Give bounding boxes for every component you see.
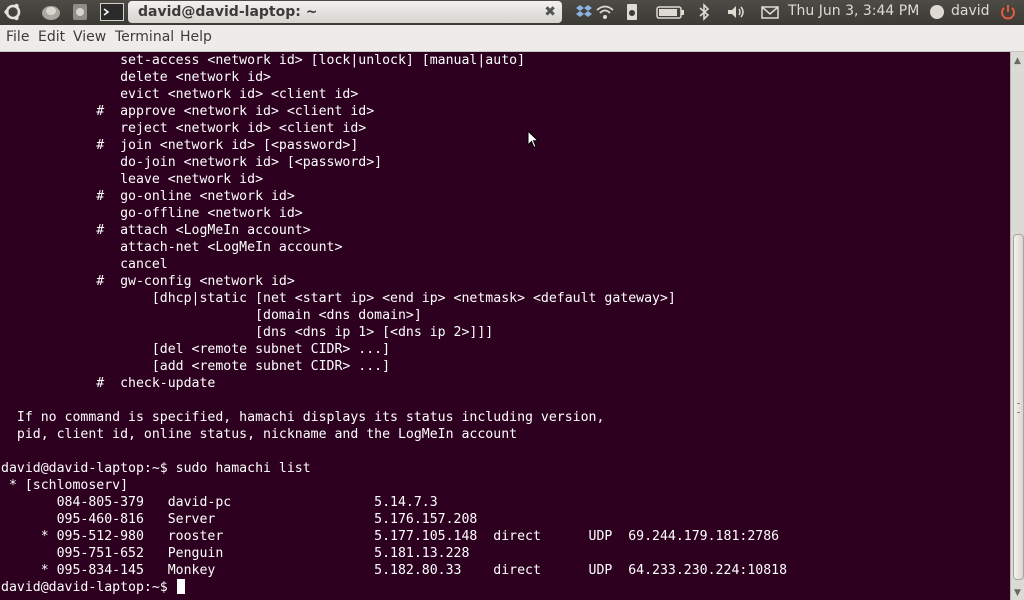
grip-icon <box>1017 403 1020 413</box>
menu-help[interactable]: Help <box>180 29 212 45</box>
terminal-line: # go-online <network id> <box>1 189 295 204</box>
terminal-line: # gw-config <network id> <box>1 274 295 289</box>
terminal-line: david@david-laptop:~$ sudo hamachi list <box>1 461 311 476</box>
terminal-prompt: david@david-laptop:~$ <box>1 580 176 595</box>
terminal-window-button[interactable]: david@david-laptop: ~ ✖ <box>128 1 562 23</box>
menu-bar: File Edit View Terminal Help <box>0 25 1024 52</box>
user-status-icon[interactable] <box>930 5 944 19</box>
menu-edit[interactable]: Edit <box>38 29 65 45</box>
battery-icon[interactable] <box>656 2 686 22</box>
terminal-line: pid, client id, online status, nickname … <box>1 427 518 442</box>
volume-icon[interactable] <box>726 2 746 22</box>
terminal-line: * 095-512-980 rooster 5.177.105.148 dire… <box>1 529 780 544</box>
terminal-line: # check-update <box>1 376 216 391</box>
terminal-line: 095-460-816 Server 5.176.157.208 <box>1 512 478 527</box>
terminal-line: [domain <dns domain>] <box>1 308 422 323</box>
top-panel: david@david-laptop: ~ ✖ Thu Jun 3, 3:44 … <box>0 0 1024 25</box>
user-menu[interactable]: david <box>951 3 990 19</box>
menu-terminal[interactable]: Terminal <box>115 29 174 45</box>
device-manager-icon[interactable] <box>624 2 640 22</box>
app-launcher-2-icon[interactable] <box>70 2 90 22</box>
terminal-line: # approve <network id> <client id> <box>1 104 375 119</box>
window-title: david@david-laptop: ~ <box>138 4 318 20</box>
terminal-line: # join <network id> [<password>] <box>1 138 359 153</box>
terminal-line: leave <network id> <box>1 172 264 187</box>
terminal-line: # attach <LogMeIn account> <box>1 223 311 238</box>
terminal-line: evict <network id> <client id> <box>1 87 359 102</box>
menu-file[interactable]: File <box>6 29 29 45</box>
scroll-up-arrow-icon[interactable]: ▲ <box>1014 56 1021 66</box>
vertical-scrollbar[interactable]: ▲ ▼ <box>1010 52 1024 600</box>
terminal-line: delete <network id> <box>1 70 271 85</box>
ubuntu-logo-icon[interactable] <box>3 2 23 22</box>
terminal-line: * 095-834-145 Monkey 5.182.80.33 direct … <box>1 563 788 578</box>
terminal-line: set-access <network id> [lock|unlock] [m… <box>1 53 526 68</box>
clock[interactable]: Thu Jun 3, 3:44 PM <box>788 3 919 19</box>
terminal-line: [add <remote subnet CIDR> ...] <box>1 359 391 374</box>
mail-icon[interactable] <box>760 2 780 22</box>
terminal-launcher-icon[interactable] <box>100 2 124 22</box>
terminal-line: go-offline <network id> <box>1 206 303 221</box>
app-launcher-1-icon[interactable] <box>40 2 60 22</box>
terminal-line: [dns <dns ip 1> [<dns ip 2>]]] <box>1 325 494 340</box>
terminal-line: [dhcp|static [net <start ip> <end ip> <n… <box>1 291 676 306</box>
terminal-line: cancel <box>1 257 168 272</box>
scrollbar-thumb[interactable] <box>1013 234 1024 580</box>
terminal-line: attach-net <LogMeIn account> <box>1 240 343 255</box>
terminal-line: 095-751-652 Penguin 5.181.13.228 <box>1 546 470 561</box>
mouse-pointer-icon <box>527 129 540 153</box>
dropbox-icon[interactable] <box>575 2 593 22</box>
terminal-line: [del <remote subnet CIDR> ...] <box>1 342 391 357</box>
text-cursor <box>177 579 185 594</box>
terminal-line: do-join <network id> [<password>] <box>1 155 383 170</box>
scroll-down-arrow-icon[interactable]: ▼ <box>1014 588 1021 598</box>
terminal-line: 084-805-379 david-pc 5.14.7.3 <box>1 495 438 510</box>
power-icon[interactable] <box>998 2 1018 22</box>
terminal-line: * [schlomoserv] <box>1 478 129 493</box>
terminal-line: reject <network id> <client id> <box>1 121 367 136</box>
menu-view[interactable]: View <box>73 29 106 45</box>
bluetooth-icon[interactable] <box>697 2 711 22</box>
wifi-icon[interactable] <box>595 2 615 22</box>
terminal-line: If no command is specified, hamachi disp… <box>1 410 605 425</box>
close-icon[interactable]: ✖ <box>544 1 556 23</box>
